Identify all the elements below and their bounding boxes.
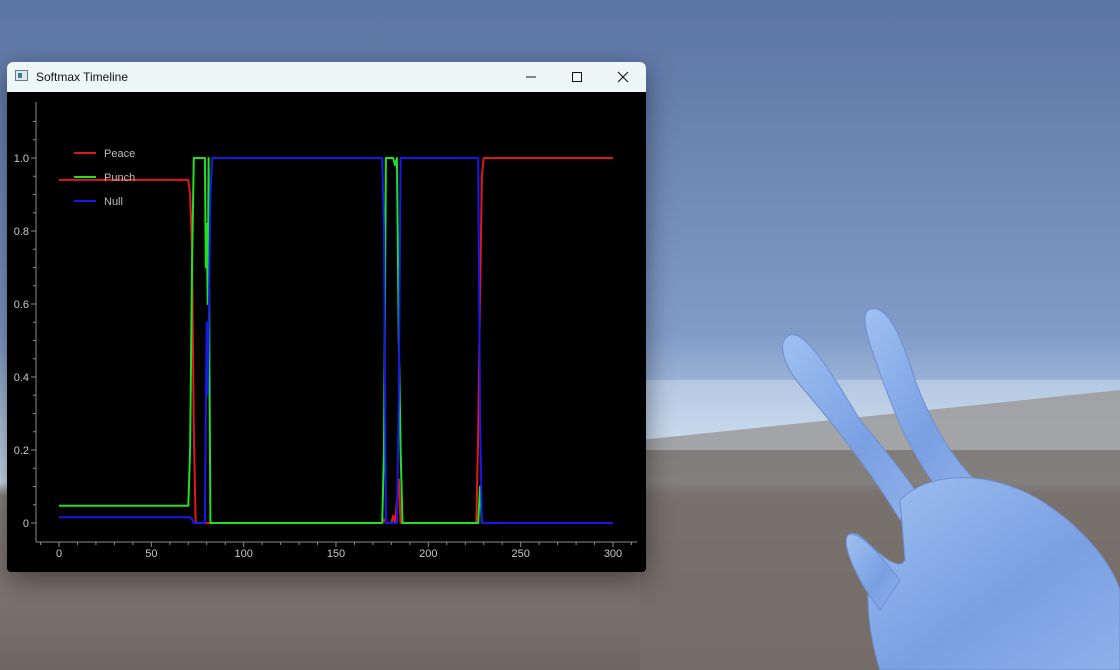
- legend-label-peace: Peace: [104, 148, 135, 160]
- series-line-punch: [59, 157, 613, 524]
- y-tick-label: 0.6: [14, 299, 29, 311]
- x-tick-label: 50: [145, 548, 157, 560]
- legend-label-punch: Punch: [104, 172, 135, 184]
- minimize-button[interactable]: [508, 62, 554, 92]
- maximize-button[interactable]: [554, 62, 600, 92]
- maximize-icon: [572, 72, 582, 82]
- title-bar[interactable]: Softmax Timeline: [7, 62, 646, 92]
- y-tick-label: 0.2: [14, 445, 29, 457]
- softmax-timeline-window: Softmax Timeline 0 50 100 150 200 250 300 0 0.2 0…: [7, 62, 646, 572]
- window-title: Softmax Timeline: [36, 70, 129, 84]
- softmax-chart: 0 50 100 150 200 250 300 0 0.2 0.4 0.6 0.8 1.0 Peace P…: [14, 102, 637, 560]
- x-tick-label: 200: [419, 548, 437, 560]
- x-tick-label: 150: [327, 548, 345, 560]
- x-tick-label: 250: [511, 548, 529, 560]
- close-button[interactable]: [600, 62, 646, 92]
- x-tick-label: 0: [56, 548, 62, 560]
- legend-label-null: Null: [104, 196, 123, 208]
- series-line-null: [59, 157, 613, 524]
- minimize-icon: [526, 76, 536, 78]
- y-tick-label: 0.8: [14, 226, 29, 238]
- y-tick-label: 0: [23, 518, 29, 530]
- x-tick-label: 100: [234, 548, 252, 560]
- y-tick-label: 1.0: [14, 153, 29, 165]
- series-line-peace: [59, 157, 613, 524]
- x-tick-label: 300: [604, 548, 622, 560]
- app-window-icon: [15, 70, 28, 81]
- y-tick-label: 0.4: [14, 372, 29, 384]
- close-icon: [617, 71, 629, 83]
